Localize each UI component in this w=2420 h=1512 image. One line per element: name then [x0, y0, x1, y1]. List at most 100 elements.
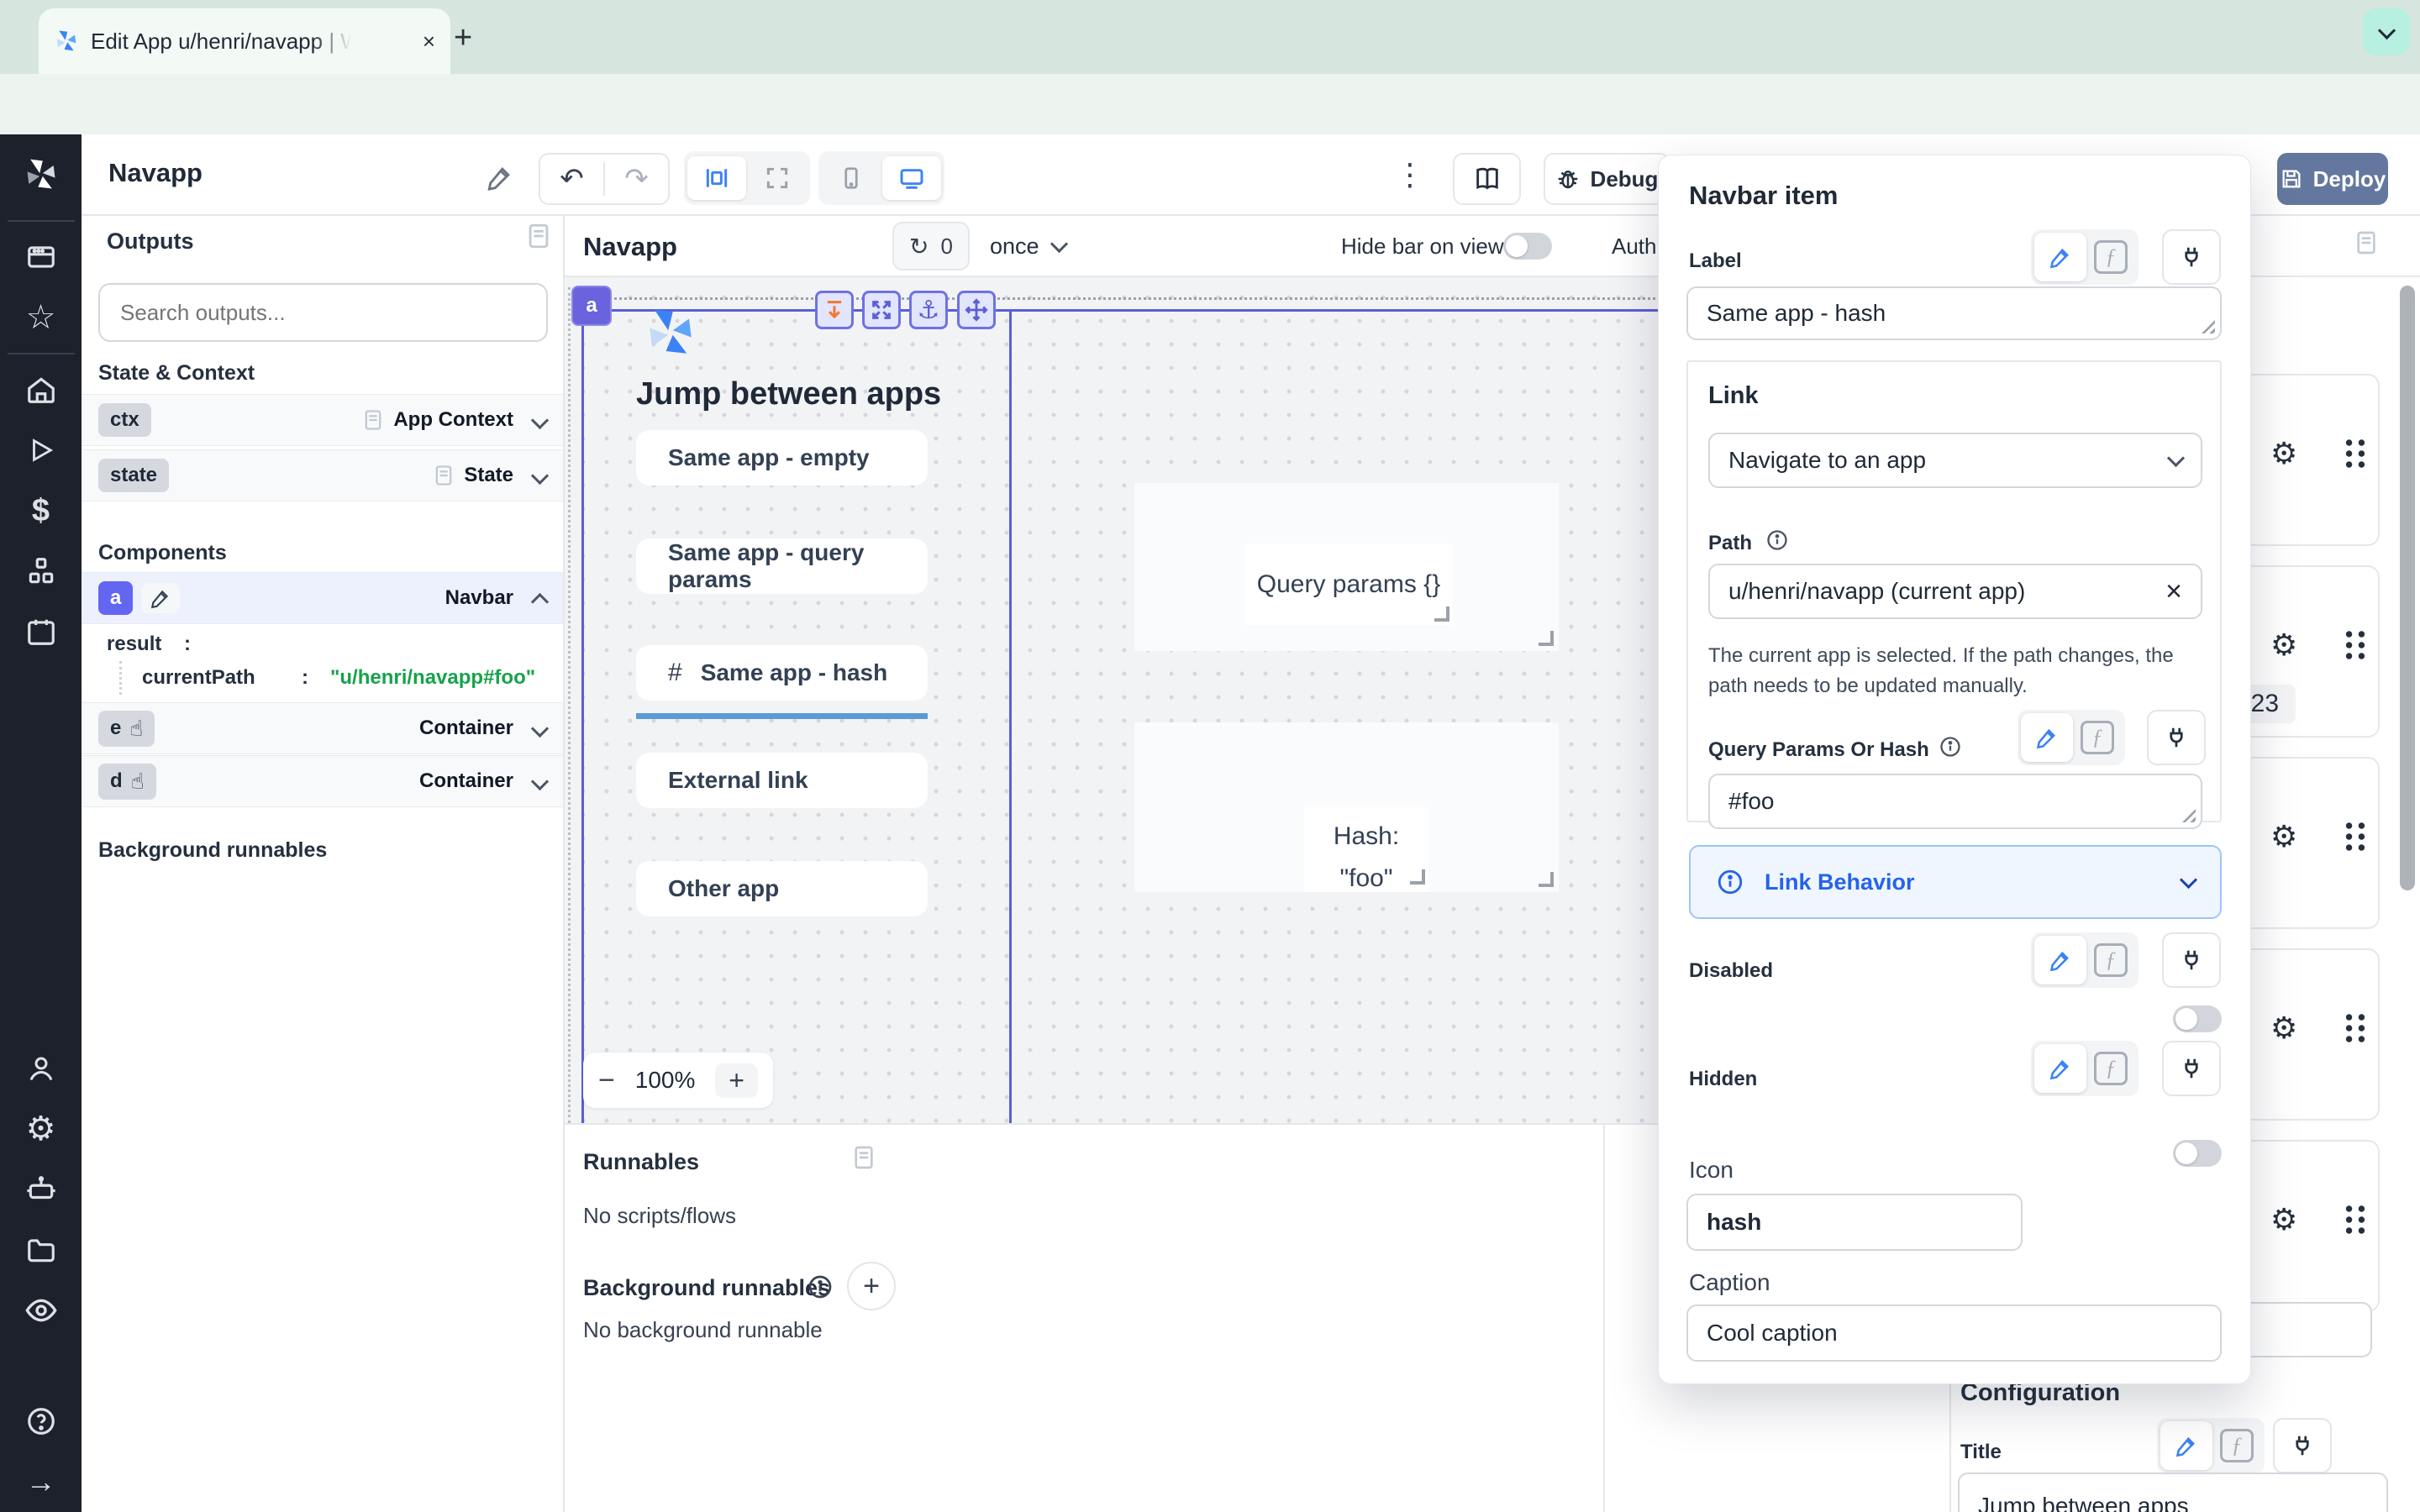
- windmill-logo-icon[interactable]: [23, 134, 60, 215]
- move-chip[interactable]: [957, 291, 996, 329]
- undo-button[interactable]: ↶: [540, 162, 605, 196]
- resize-handle[interactable]: [1410, 869, 1425, 885]
- sidebar-item-workers[interactable]: [25, 1159, 57, 1220]
- caption-input[interactable]: Cool caption: [1686, 1305, 2222, 1362]
- mobile-view-button[interactable]: [822, 156, 881, 200]
- chevron-down-icon[interactable]: [531, 466, 549, 484]
- config-title-input[interactable]: Jump between apps: [1958, 1473, 2388, 1512]
- nav-item-external-link[interactable]: External link: [636, 753, 928, 808]
- link-behavior-collapse[interactable]: Link Behavior: [1689, 845, 2222, 919]
- pencil-icon[interactable]: [2034, 233, 2086, 281]
- gear-icon[interactable]: ⚙: [2270, 1011, 2297, 1046]
- sidebar-item-resources[interactable]: [25, 541, 57, 601]
- icon-input[interactable]: hash: [1686, 1194, 2023, 1251]
- fx-icon[interactable]: ƒ: [2086, 1044, 2135, 1093]
- sidebar-item-schedules[interactable]: [25, 601, 57, 662]
- path-input[interactable]: u/henri/navapp (current app) ×: [1708, 564, 2202, 619]
- hidden-toggle[interactable]: [2173, 1140, 2222, 1167]
- runnables-doc-icon[interactable]: [850, 1144, 877, 1171]
- outputs-doc-icon[interactable]: [524, 222, 553, 250]
- add-background-runnable-button[interactable]: +: [847, 1262, 896, 1310]
- redo-button[interactable]: ↷: [605, 162, 668, 196]
- zoom-in-button[interactable]: +: [715, 1063, 758, 1098]
- settings-scrollbar[interactable]: [2400, 286, 2415, 890]
- plug-icon-button[interactable]: [2162, 932, 2221, 988]
- chevron-down-icon[interactable]: [531, 772, 549, 790]
- anchor-chip[interactable]: ⚓: [909, 291, 948, 329]
- nav-item-same-app-hash[interactable]: # Same app - hash: [636, 645, 928, 701]
- plug-icon-button[interactable]: [2273, 1418, 2332, 1473]
- sidebar-item-home[interactable]: [25, 360, 57, 420]
- browser-tab[interactable]: Edit App u/henri/navapp | Win ×: [39, 8, 450, 74]
- new-tab-button[interactable]: +: [454, 22, 472, 54]
- editor-menu-kebab-icon[interactable]: ⋮: [1395, 160, 1425, 190]
- drag-grip-icon[interactable]: [2344, 821, 2366, 853]
- drag-grip-icon[interactable]: [2344, 1012, 2366, 1044]
- fx-icon[interactable]: ƒ: [2212, 1421, 2261, 1470]
- resize-handle[interactable]: [1539, 631, 1554, 646]
- sidebar-item-folders[interactable]: [25, 1220, 57, 1280]
- fx-icon[interactable]: ƒ: [2073, 713, 2122, 762]
- hide-bar-toggle[interactable]: [1503, 233, 1552, 260]
- edit-app-name-pencil-icon[interactable]: [486, 163, 514, 192]
- gear-icon[interactable]: ⚙: [2270, 1202, 2297, 1237]
- deploy-button[interactable]: Deploy: [2277, 153, 2388, 205]
- link-kind-select[interactable]: Navigate to an app: [1708, 433, 2202, 488]
- refresh-count-button[interactable]: ↻ 0: [892, 222, 970, 270]
- output-row-navbar[interactable]: a Navbar: [82, 572, 563, 624]
- selected-component-badge[interactable]: a: [571, 286, 612, 326]
- desktop-view-button[interactable]: [882, 156, 941, 200]
- expand-chip[interactable]: [862, 291, 901, 329]
- drag-grip-icon[interactable]: [2344, 1204, 2366, 1236]
- search-outputs-input[interactable]: [98, 283, 548, 342]
- tab-strip-chevron-button[interactable]: [2363, 8, 2410, 55]
- nav-item-same-app-query-params[interactable]: Same app - query params: [636, 538, 928, 594]
- gear-icon[interactable]: ⚙: [2270, 819, 2297, 854]
- sidebar-item-users[interactable]: [26, 1038, 56, 1099]
- resize-handle[interactable]: [1539, 872, 1554, 887]
- sidebar-item-help[interactable]: [25, 1391, 57, 1452]
- sidebar-item-variables[interactable]: $: [32, 480, 50, 541]
- clear-path-icon[interactable]: ×: [2165, 575, 2182, 608]
- query-params-text-box[interactable]: Query params {}: [1244, 543, 1453, 625]
- zoom-out-button[interactable]: −: [598, 1064, 615, 1097]
- fullwidth-layout-button[interactable]: [748, 156, 807, 200]
- pencil-icon[interactable]: [2034, 936, 2086, 984]
- expand-down-chip[interactable]: [815, 291, 854, 329]
- rename-pencil-icon[interactable]: [141, 583, 180, 613]
- fx-icon[interactable]: ƒ: [2086, 936, 2135, 984]
- pencil-icon[interactable]: [2034, 1044, 2086, 1093]
- docs-book-button[interactable]: [1453, 153, 1521, 205]
- centered-layout-button[interactable]: [687, 156, 746, 200]
- settings-doc-icon[interactable]: [2353, 229, 2380, 256]
- hash-box[interactable]: Hash: "foo": [1134, 722, 1559, 892]
- chevron-up-icon[interactable]: [531, 592, 549, 610]
- disabled-toggle[interactable]: [2173, 1005, 2222, 1032]
- output-row-state[interactable]: state State: [82, 449, 563, 501]
- plug-icon-button[interactable]: [2147, 710, 2206, 765]
- hash-text-box[interactable]: Hash: "foo": [1304, 807, 1428, 892]
- chevron-down-icon[interactable]: [531, 411, 549, 428]
- debug-button[interactable]: Debug: [1544, 153, 1670, 205]
- gear-icon[interactable]: ⚙: [2270, 436, 2297, 471]
- sidebar-item-apps[interactable]: [25, 227, 57, 287]
- sidebar-item-audit-logs[interactable]: [24, 1280, 58, 1341]
- fx-icon[interactable]: ƒ: [2086, 233, 2135, 281]
- plug-icon-button[interactable]: [2162, 1041, 2221, 1096]
- drag-grip-icon[interactable]: [2344, 629, 2366, 661]
- chevron-down-icon[interactable]: [531, 719, 549, 737]
- sidebar-item-runs[interactable]: [27, 420, 55, 480]
- plug-icon-button[interactable]: [2162, 229, 2221, 285]
- output-row-ctx[interactable]: ctx App Context: [82, 394, 563, 446]
- output-row-container-e[interactable]: e☝ Container: [82, 702, 563, 754]
- output-row-container-d[interactable]: d☝ Container: [82, 755, 563, 807]
- drag-grip-icon[interactable]: [2344, 438, 2366, 470]
- tab-close-icon[interactable]: ×: [423, 30, 435, 52]
- nav-item-same-app-empty[interactable]: Same app - empty: [636, 430, 928, 486]
- pencil-icon[interactable]: [2160, 1421, 2212, 1470]
- pencil-icon[interactable]: [2021, 713, 2073, 762]
- nav-item-other-app[interactable]: Other app: [636, 861, 928, 916]
- query-params-box[interactable]: Query params {}: [1134, 483, 1559, 651]
- sidebar-collapse-arrow-icon[interactable]: →: [26, 1452, 56, 1512]
- gear-icon[interactable]: ⚙: [2270, 627, 2297, 663]
